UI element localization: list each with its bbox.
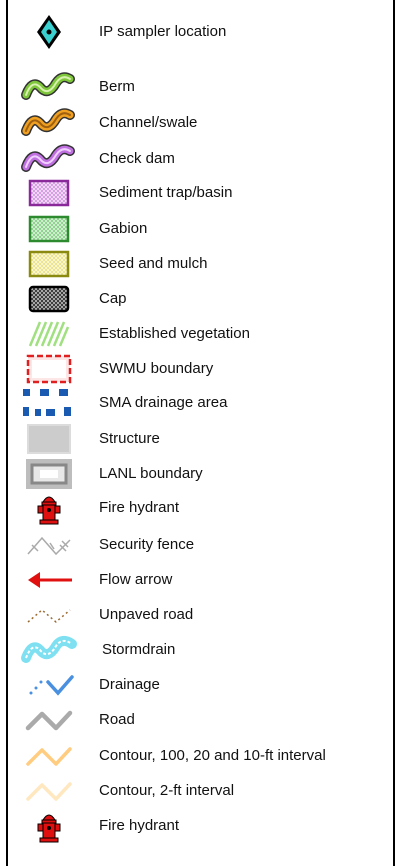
legend-item-berm: Berm: [0, 69, 400, 105]
legend-item-cap: Cap: [0, 281, 400, 317]
legend-item-gabion: Gabion: [0, 211, 400, 247]
unpaved-road-icon: [18, 597, 80, 633]
legend-label: Contour, 2-ft interval: [99, 782, 235, 799]
legend-label: Fire hydrant: [99, 817, 180, 834]
fire-hydrant-icon: [18, 490, 80, 526]
contour-minor-icon: [18, 773, 80, 809]
legend-item-fire-hydrant: Fire hydrant: [0, 808, 400, 844]
legend-item-seed-mulch: Seed and mulch: [0, 246, 400, 282]
legend-label: Cap: [99, 290, 127, 307]
legend-item-lanl: LANL boundary: [0, 456, 400, 492]
legend-label: Unpaved road: [99, 606, 194, 623]
legend-item-fire-hydrant: Fire hydrant: [0, 490, 400, 526]
legend-item-channel: Channel/swale: [0, 105, 400, 141]
legend-label: Contour, 100, 20 and 10-ft interval: [99, 747, 326, 764]
legend-label: Drainage: [99, 676, 160, 693]
legend-item-contour-minor: Contour, 2-ft interval: [0, 773, 400, 809]
legend-item-stormdrain: Stormdrain: [0, 632, 400, 668]
legend-label: Gabion: [99, 220, 148, 237]
legend-label: Stormdrain: [102, 641, 176, 658]
cap-box-icon: [18, 281, 80, 317]
fire-hydrant-icon: [18, 808, 80, 844]
seed-mulch-box-icon: [18, 246, 80, 282]
legend-item-contour-major: Contour, 100, 20 and 10-ft interval: [0, 738, 400, 774]
legend-label: Security fence: [99, 536, 195, 553]
structure-box-icon: [18, 421, 80, 457]
legend-item-sma-drainage: SMA drainage area: [0, 385, 400, 421]
road-icon: [18, 702, 80, 738]
legend-label: Fire hydrant: [99, 499, 180, 516]
legend-label: Established vegetation: [99, 325, 250, 342]
legend-label: SWMU boundary: [99, 360, 214, 377]
swmu-boundary-icon: [18, 351, 80, 387]
legend-label: Check dam: [99, 150, 175, 167]
ip-sampler-diamond-icon: [18, 14, 80, 50]
legend-label: IP sampler location: [99, 23, 227, 40]
sediment-trap-box-icon: [18, 175, 80, 211]
legend-item-established-veg: Established vegetation: [0, 316, 400, 352]
stormdrain-icon: [18, 632, 80, 668]
drainage-icon: [18, 667, 80, 703]
legend-label: Seed and mulch: [99, 255, 208, 272]
security-fence-icon: [18, 527, 80, 563]
legend-item-sediment-trap: Sediment trap/basin: [0, 175, 400, 211]
legend-item-swmu: SWMU boundary: [0, 351, 400, 387]
legend-item-check-dam: Check dam: [0, 141, 400, 177]
legend-item-flow-arrow: Flow arrow: [0, 562, 400, 598]
gabion-box-icon: [18, 211, 80, 247]
legend-label: Channel/swale: [99, 114, 198, 131]
contour-major-icon: [18, 738, 80, 774]
legend-item-road: Road: [0, 702, 400, 738]
legend-item-ip-sampler: IP sampler location: [0, 14, 400, 50]
lanl-boundary-icon: [18, 456, 80, 492]
legend-item-unpaved-road: Unpaved road: [0, 597, 400, 633]
check-dam-zigzag-icon: [18, 141, 80, 177]
legend-label: SMA drainage area: [99, 394, 228, 411]
sma-drainage-icon: [18, 385, 80, 421]
flow-arrow-icon: [18, 562, 80, 598]
legend-label: Flow arrow: [99, 571, 173, 588]
legend-label: Berm: [99, 78, 135, 95]
legend-label: LANL boundary: [99, 465, 203, 482]
legend-label: Road: [99, 711, 135, 728]
legend-label: Structure: [99, 430, 160, 447]
vegetation-hatch-icon: [18, 316, 80, 352]
legend-item-security-fence: Security fence: [0, 527, 400, 563]
berm-zigzag-icon: [18, 69, 80, 105]
legend-label: Sediment trap/basin: [99, 184, 233, 201]
legend-item-structure: Structure: [0, 421, 400, 457]
channel-zigzag-icon: [18, 105, 80, 141]
legend-item-drainage: Drainage: [0, 667, 400, 703]
